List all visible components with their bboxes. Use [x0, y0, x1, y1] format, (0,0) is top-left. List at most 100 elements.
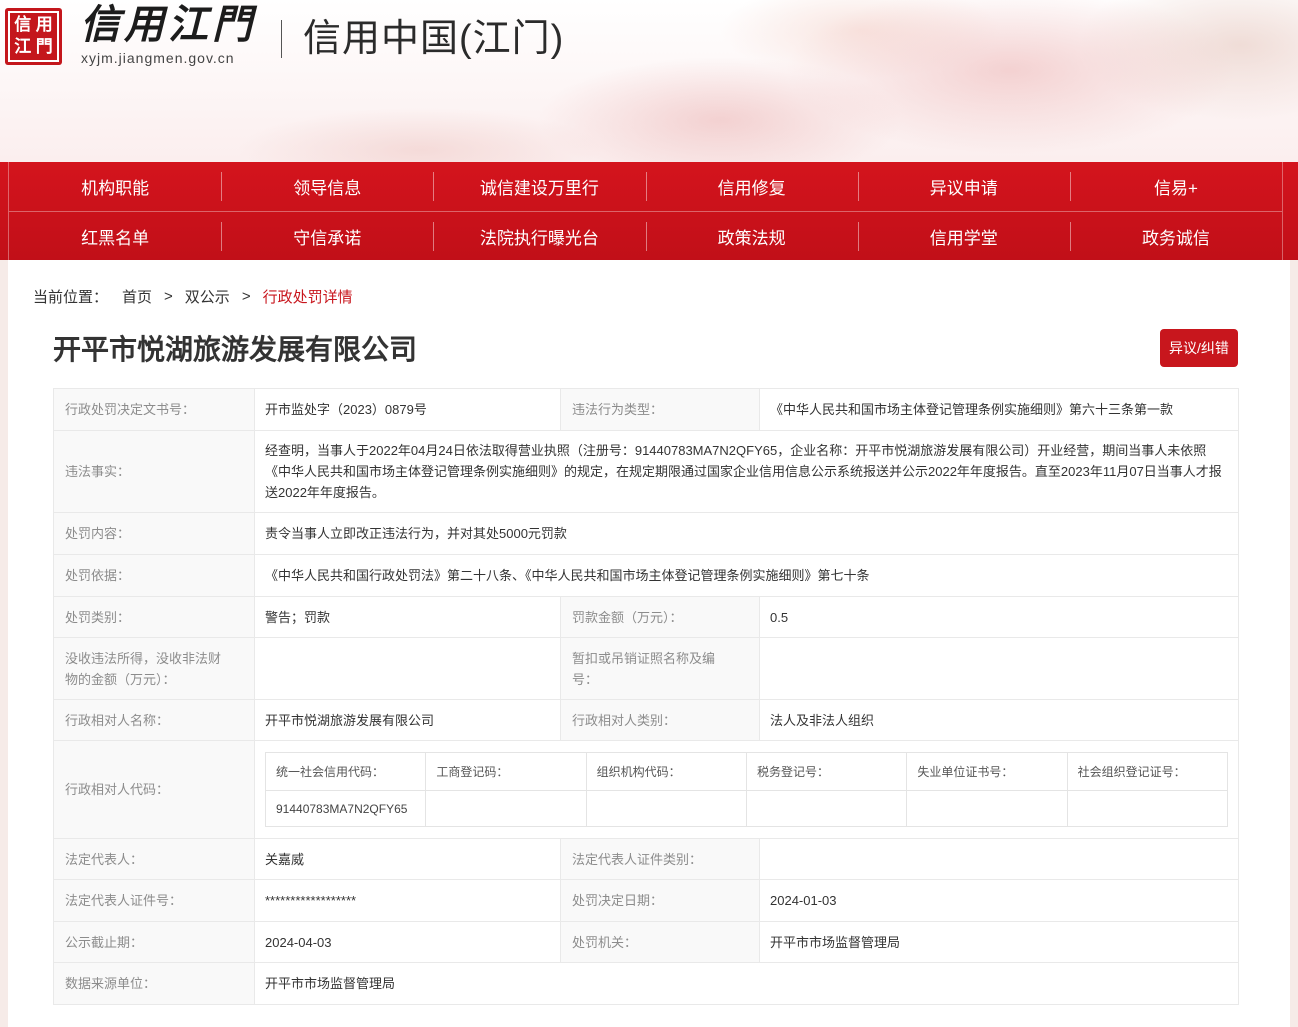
code-header-social-org-registration: 社会组织登记证号：: [1066, 752, 1229, 791]
header-divider: [281, 20, 282, 58]
breadcrumb-separator: >: [164, 287, 173, 305]
decision-date-value: 2024-01-03: [759, 879, 1239, 922]
counterpart-category-label: 行政相对人类别：: [560, 699, 760, 741]
nav-item-integrity-campaign[interactable]: 诚信建设万里行: [433, 162, 645, 211]
legal-rep-id-type-label: 法定代表人证件类别：: [560, 838, 760, 880]
nav-row-1: 机构职能 领导信息 诚信建设万里行 信用修复 异议申请 信易+: [8, 162, 1283, 211]
seal-char: 用: [35, 15, 53, 36]
nav-item-red-black-list[interactable]: 红黑名单: [9, 212, 221, 260]
code-value-unified-social-credit: 91440783MA7N2QFY65: [264, 790, 427, 827]
violation-type-value: 《中华人民共和国市场主体登记管理条例实施细则》第六十三条第一款: [759, 388, 1239, 431]
penalty-category-value: 警告；罚款: [254, 596, 561, 638]
table-row: 数据来源单位： 开平市市场监督管理局: [53, 962, 1239, 1005]
breadcrumb-separator: >: [241, 287, 251, 305]
codes-value-row: 91440783MA7N2QFY65: [264, 790, 1229, 827]
table-row: 违法事实： 经查明，当事人于2022年04月24日依法取得营业执照（注册号：91…: [53, 430, 1239, 513]
table-row: 处罚类别： 警告；罚款 罚款金额（万元）： 0.5: [53, 596, 1239, 638]
penalty-detail-table: 行政处罚决定文书号： 开市监处字（2023）0879号 违法行为类型： 《中华人…: [53, 388, 1239, 1005]
code-header-organization-code: 组织机构代码：: [585, 752, 747, 791]
nav-item-credit-commitment[interactable]: 守信承诺: [221, 212, 433, 260]
breadcrumb-current: 行政处罚详情: [262, 288, 353, 306]
nav-item-xinyi-plus[interactable]: 信易+: [1069, 162, 1282, 211]
legal-rep-value: 关嘉威: [254, 838, 561, 880]
publicity-deadline-label: 公示截止期：: [53, 921, 255, 963]
counterpart-code-label: 行政相对人代码：: [53, 740, 255, 839]
counterpart-codes-table: 统一社会信用代码： 工商登记码： 组织机构代码： 税务登记号： 失业单位证书号：…: [264, 752, 1229, 827]
counterpart-name-value: 开平市悦湖旅游发展有限公司: [254, 699, 561, 741]
license-revocation-value: [759, 637, 1239, 700]
nav-row-2: 红黑名单 守信承诺 法院执行曝光台 政策法规 信用学堂 政务诚信: [8, 211, 1283, 260]
code-value-organization-code: [585, 790, 747, 827]
nav-item-institution-functions[interactable]: 机构职能: [9, 162, 221, 211]
counterpart-name-label: 行政相对人名称：: [53, 699, 255, 741]
nav-item-credit-academy[interactable]: 信用学堂: [857, 212, 1070, 260]
code-header-unified-social-credit: 统一社会信用代码：: [264, 752, 427, 791]
data-source-value: 开平市市场监督管理局: [254, 962, 1239, 1005]
confiscation-amount-label: 没收违法所得，没收非法财物的金额（万元）：: [53, 637, 255, 700]
codes-header-row: 统一社会信用代码： 工商登记码： 组织机构代码： 税务登记号： 失业单位证书号：…: [264, 752, 1229, 791]
counterpart-code-value: 统一社会信用代码： 工商登记码： 组织机构代码： 税务登记号： 失业单位证书号：…: [254, 740, 1239, 839]
code-value-tax-registration: [745, 790, 908, 827]
code-value-unemployment-certificate: [906, 790, 1068, 827]
violation-type-label: 违法行为类型：: [560, 388, 760, 431]
legal-rep-id-number-value: ******************: [254, 879, 561, 922]
breadcrumb-prefix: 当前位置：: [33, 288, 109, 306]
doc-number-label: 行政处罚决定文书号：: [53, 388, 255, 431]
nav-item-credit-repair[interactable]: 信用修复: [645, 162, 858, 211]
code-header-business-registration: 工商登记码：: [425, 752, 587, 791]
nav-item-court-execution-exposure[interactable]: 法院执行曝光台: [433, 212, 645, 260]
code-value-social-org-registration: [1066, 790, 1229, 827]
table-row: 行政相对人名称： 开平市悦湖旅游发展有限公司 行政相对人类别： 法人及非法人组织: [53, 699, 1239, 741]
breadcrumb-double-publicity[interactable]: 双公示: [185, 286, 230, 307]
nav-item-leadership-info[interactable]: 领导信息: [221, 162, 433, 211]
counterpart-category-value: 法人及非法人组织: [759, 699, 1239, 741]
penalty-basis-value: 《中华人民共和国行政处罚法》第二十八条、《中华人民共和国市场主体登记管理条例实施…: [254, 554, 1239, 597]
breadcrumb-home[interactable]: 首页: [122, 286, 152, 307]
doc-number-value: 开市监处字（2023）0879号: [254, 388, 561, 431]
confiscation-amount-value: [254, 637, 561, 700]
legal-rep-id-number-label: 法定代表人证件号：: [53, 879, 255, 922]
penalty-category-label: 处罚类别：: [53, 596, 255, 638]
penalty-content-value: 责令当事人立即改正违法行为，并对其处5000元罚款: [254, 512, 1239, 555]
page-title: 开平市悦湖旅游发展有限公司: [53, 334, 418, 365]
site-logo-seal[interactable]: 信 用 江 門: [5, 8, 62, 65]
table-row: 处罚依据： 《中华人民共和国行政处罚法》第二十八条、《中华人民共和国市场主体登记…: [53, 554, 1239, 597]
site-header: 信 用 江 門 信用江門 xyjm.jiangmen.gov.cn 信用中国(江…: [0, 0, 1298, 162]
table-row: 公示截止期： 2024-04-03 处罚机关： 开平市市场监督管理局: [53, 921, 1239, 963]
site-title[interactable]: 信用中国(江门): [303, 14, 564, 64]
nav-item-policies-regulations[interactable]: 政策法规: [645, 212, 858, 260]
legal-rep-id-type-value: [759, 838, 1239, 880]
nav-item-government-integrity[interactable]: 政务诚信: [1069, 212, 1282, 260]
site-domain: xyjm.jiangmen.gov.cn: [81, 50, 235, 66]
license-revocation-label: 暂扣或吊销证照名称及编号：: [560, 637, 760, 700]
fine-amount-label: 罚款金额（万元）：: [560, 596, 760, 638]
publicity-deadline-value: 2024-04-03: [254, 921, 561, 963]
table-row: 行政处罚决定文书号： 开市监处字（2023）0879号 违法行为类型： 《中华人…: [53, 388, 1239, 431]
penalty-authority-label: 处罚机关：: [560, 921, 760, 963]
table-row: 法定代表人： 关嘉威 法定代表人证件类别：: [53, 838, 1239, 880]
table-row: 行政相对人代码： 统一社会信用代码： 工商登记码： 组织机构代码： 税务登记号：…: [53, 740, 1239, 839]
nav-item-objection-application[interactable]: 异议申请: [857, 162, 1070, 211]
decision-date-label: 处罚决定日期：: [560, 879, 760, 922]
table-row: 处罚内容： 责令当事人立即改正违法行为，并对其处5000元罚款: [53, 512, 1239, 555]
seal-char: 江: [14, 36, 32, 57]
penalty-basis-label: 处罚依据：: [53, 554, 255, 597]
violation-facts-value: 经查明，当事人于2022年04月24日依法取得营业执照（注册号：91440783…: [254, 430, 1239, 513]
violation-facts-label: 违法事实：: [53, 430, 255, 513]
code-value-business-registration: [425, 790, 587, 827]
legal-rep-label: 法定代表人：: [53, 838, 255, 880]
main-nav: 机构职能 领导信息 诚信建设万里行 信用修复 异议申请 信易+ 红黑名单 守信承…: [0, 162, 1298, 260]
objection-button[interactable]: 异议/纠错: [1160, 329, 1238, 367]
table-row: 没收违法所得，没收非法财物的金额（万元）： 暂扣或吊销证照名称及编号：: [53, 637, 1239, 700]
code-header-unemployment-certificate: 失业单位证书号：: [906, 752, 1068, 791]
site-brand-name[interactable]: 信用江門: [80, 0, 256, 50]
fine-amount-value: 0.5: [759, 596, 1239, 638]
data-source-label: 数据来源单位：: [53, 962, 255, 1005]
breadcrumb: 当前位置： 首页 > 双公示 > 行政处罚详情: [33, 284, 353, 308]
table-row: 法定代表人证件号： ****************** 处罚决定日期： 202…: [53, 879, 1239, 922]
code-header-tax-registration: 税务登记号：: [745, 752, 908, 791]
seal-char: 信: [14, 15, 32, 36]
penalty-authority-value: 开平市市场监督管理局: [759, 921, 1239, 963]
penalty-content-label: 处罚内容：: [53, 512, 255, 555]
seal-char: 門: [35, 36, 53, 57]
